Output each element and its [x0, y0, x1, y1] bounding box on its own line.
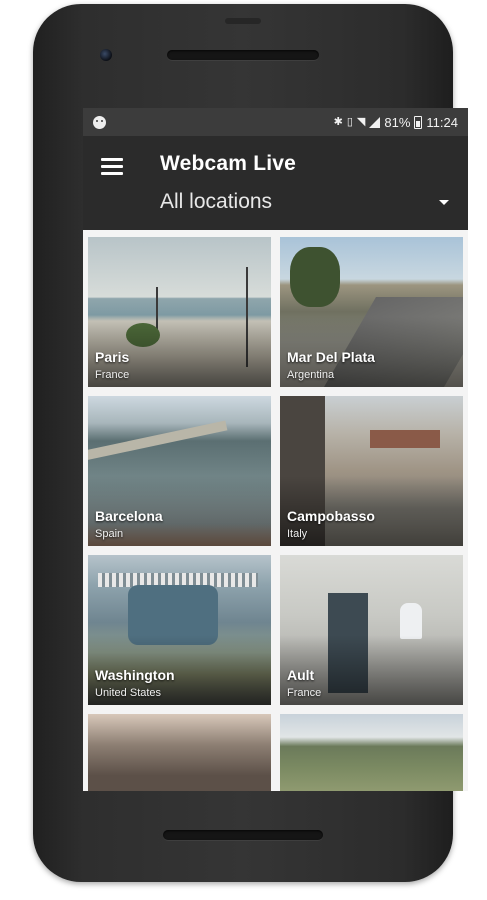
webcam-country-label: Italy	[287, 528, 308, 540]
webcam-tile-washington[interactable]: Washington United States	[88, 555, 271, 705]
webcam-city-label: Washington	[95, 667, 175, 683]
webcam-city-label: Paris	[95, 349, 130, 365]
webcam-country-label: France	[95, 369, 130, 381]
earpiece-sensor	[225, 18, 261, 24]
location-selected-label: All locations	[160, 190, 273, 213]
screen: ✱ ▯ ◥ 81% 11:24 Webcam Live All location…	[83, 108, 468, 791]
hamburger-menu-icon[interactable]	[101, 158, 123, 176]
webcam-country-label: France	[287, 687, 322, 699]
webcam-city-label: Campobasso	[287, 508, 375, 524]
webcam-tile-paris[interactable]: Paris France	[88, 237, 271, 387]
webcam-grid: Paris France Mar Del Plata Argentina Bar…	[83, 230, 468, 791]
dropdown-arrow-icon	[439, 200, 449, 205]
bluetooth-icon: ✱	[333, 115, 343, 128]
webcam-thumbnail	[88, 714, 271, 791]
webcam-city-label: Barcelona	[95, 508, 163, 524]
vibrate-icon: ▯	[346, 115, 353, 128]
app-title: Webcam Live	[160, 152, 297, 175]
battery-percent: 81%	[384, 114, 411, 130]
app-bar: Webcam Live All locations	[83, 136, 468, 230]
webcam-tile-campobasso[interactable]: Campobasso Italy	[280, 396, 463, 546]
webcam-country-label: United States	[95, 687, 162, 699]
front-camera	[100, 49, 112, 61]
webcam-city-label: Ault	[287, 667, 315, 683]
top-speaker	[167, 50, 319, 60]
wifi-icon: ◥	[356, 115, 366, 128]
webcam-thumbnail	[280, 714, 463, 791]
status-bar: ✱ ▯ ◥ 81% 11:24	[83, 108, 468, 136]
webcam-country-label: Argentina	[287, 369, 335, 381]
webcam-tile-partial[interactable]	[88, 714, 271, 791]
webcam-tile-partial[interactable]	[280, 714, 463, 791]
notification-icon	[93, 115, 106, 129]
webcam-country-label: Spain	[95, 528, 124, 540]
location-dropdown[interactable]: All locations	[160, 190, 455, 220]
webcam-tile-ault[interactable]: Ault France	[280, 555, 463, 705]
battery-icon	[414, 115, 423, 129]
signal-icon	[369, 116, 381, 128]
webcam-tile-barcelona[interactable]: Barcelona Spain	[88, 396, 271, 546]
webcam-tile-mar-del-plata[interactable]: Mar Del Plata Argentina	[280, 237, 463, 387]
bottom-speaker	[163, 830, 323, 840]
clock: 11:24	[426, 114, 458, 130]
phone-frame: ✱ ▯ ◥ 81% 11:24 Webcam Live All location…	[33, 4, 468, 882]
webcam-city-label: Mar Del Plata	[287, 349, 375, 365]
